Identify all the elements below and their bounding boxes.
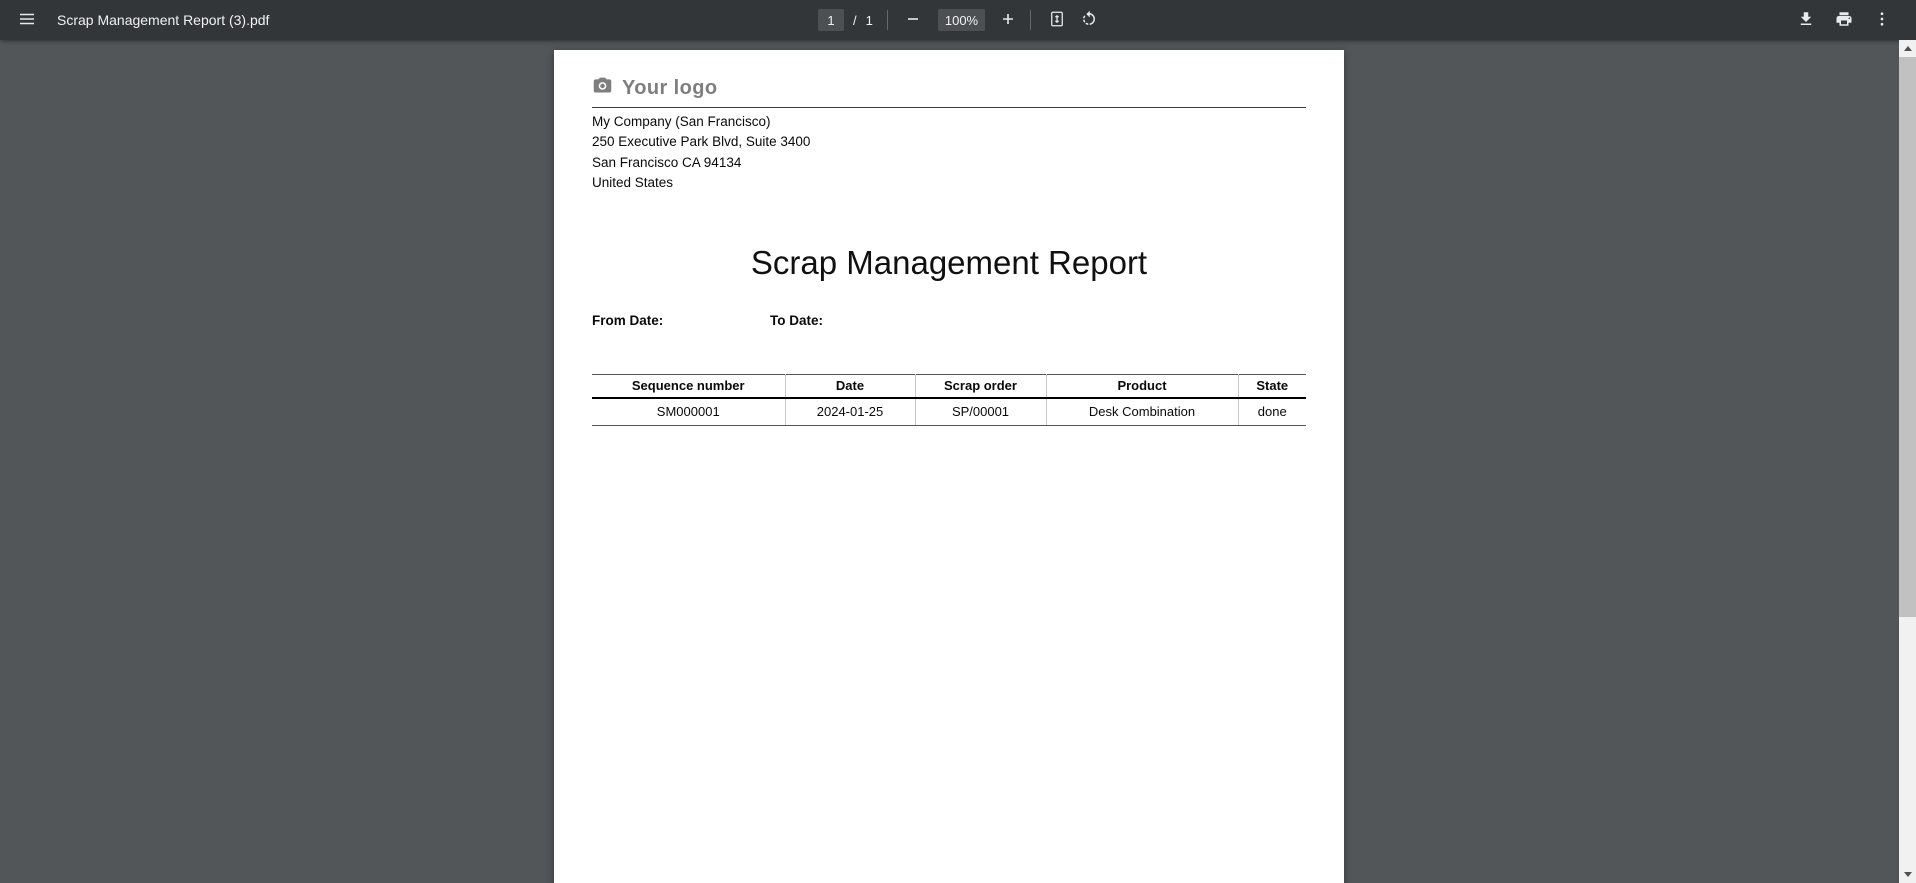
header-cell-date: Date — [785, 375, 915, 398]
pdf-page: Your logo My Company (San Francisco) 250… — [554, 50, 1344, 883]
report-title: Scrap Management Report — [592, 244, 1306, 282]
download-icon — [1797, 10, 1815, 31]
fit-to-page-button[interactable] — [1045, 7, 1069, 33]
from-date-label: From Date: — [592, 313, 663, 328]
triangle-up-icon — [1904, 46, 1912, 51]
company-logo: Your logo — [592, 75, 717, 102]
pdf-toolbar: Scrap Management Report (3).pdf / 1 100% — [0, 0, 1916, 40]
toolbar-left-group: Scrap Management Report (3).pdf — [0, 7, 269, 33]
rotate-counterclockwise-icon — [1080, 10, 1098, 31]
company-street: 250 Executive Park Blvd, Suite 3400 — [592, 132, 810, 152]
zoom-out-button[interactable] — [901, 7, 925, 33]
pdf-viewport: Your logo My Company (San Francisco) 250… — [0, 40, 1916, 883]
toolbar-divider — [887, 10, 888, 30]
logo-placeholder-text: Your logo — [622, 77, 717, 100]
document-title: Scrap Management Report (3).pdf — [57, 12, 269, 28]
pdf-viewer-window: Scrap Management Report (3).pdf / 1 100% — [0, 0, 1916, 883]
camera-icon — [592, 75, 613, 102]
company-address-block: My Company (San Francisco) 250 Executive… — [592, 112, 810, 194]
company-country: United States — [592, 173, 810, 193]
cell-product: Desk Combination — [1046, 398, 1238, 426]
page-total: 1 — [866, 13, 873, 28]
cell-sequence: SM000001 — [592, 398, 785, 426]
cell-scrap-order: SP/00001 — [915, 398, 1046, 426]
triangle-down-icon — [1904, 872, 1912, 877]
fit-page-icon — [1048, 10, 1066, 31]
scrollbar-up-button[interactable] — [1899, 40, 1916, 57]
header-cell-scrap-order: Scrap order — [915, 375, 1046, 398]
company-name: My Company (San Francisco) — [592, 112, 810, 132]
to-date-label: To Date: — [770, 313, 823, 328]
scrollbar-down-button[interactable] — [1899, 866, 1916, 883]
download-button[interactable] — [1793, 7, 1819, 33]
plus-icon — [1001, 12, 1015, 29]
rotate-button[interactable] — [1077, 7, 1101, 33]
zoom-level-display: 100% — [938, 9, 985, 31]
minus-icon — [906, 12, 920, 29]
header-cell-sequence: Sequence number — [592, 375, 785, 398]
pdf-page-content: Your logo My Company (San Francisco) 250… — [554, 50, 1344, 883]
company-city: San Francisco CA 94134 — [592, 153, 810, 173]
header-cell-product: Product — [1046, 375, 1238, 398]
toolbar-right-group — [1793, 0, 1895, 40]
menu-button[interactable] — [14, 7, 40, 33]
page-number-input[interactable] — [818, 9, 844, 31]
header-cell-state: State — [1238, 375, 1306, 398]
more-options-button[interactable] — [1869, 7, 1895, 33]
print-button[interactable] — [1831, 7, 1857, 33]
zoom-level-value: 100% — [945, 13, 978, 28]
cell-state: done — [1238, 398, 1306, 426]
print-icon — [1835, 10, 1853, 31]
page-separator: / — [853, 13, 857, 28]
report-table: Sequence number Date Scrap order Product… — [592, 374, 1306, 426]
table-row: SM000001 2024-01-25 SP/00001 Desk Combin… — [592, 398, 1306, 426]
kebab-menu-icon — [1873, 10, 1891, 31]
toolbar-divider — [1030, 10, 1031, 30]
hamburger-icon — [18, 10, 36, 31]
header-divider — [592, 107, 1306, 108]
scrollbar-thumb[interactable] — [1899, 57, 1916, 617]
table-header-row: Sequence number Date Scrap order Product… — [592, 375, 1306, 398]
vertical-scrollbar[interactable] — [1899, 40, 1916, 883]
cell-date: 2024-01-25 — [785, 398, 915, 426]
zoom-in-button[interactable] — [996, 7, 1020, 33]
toolbar-center-group: / 1 100% — [818, 0, 1101, 40]
